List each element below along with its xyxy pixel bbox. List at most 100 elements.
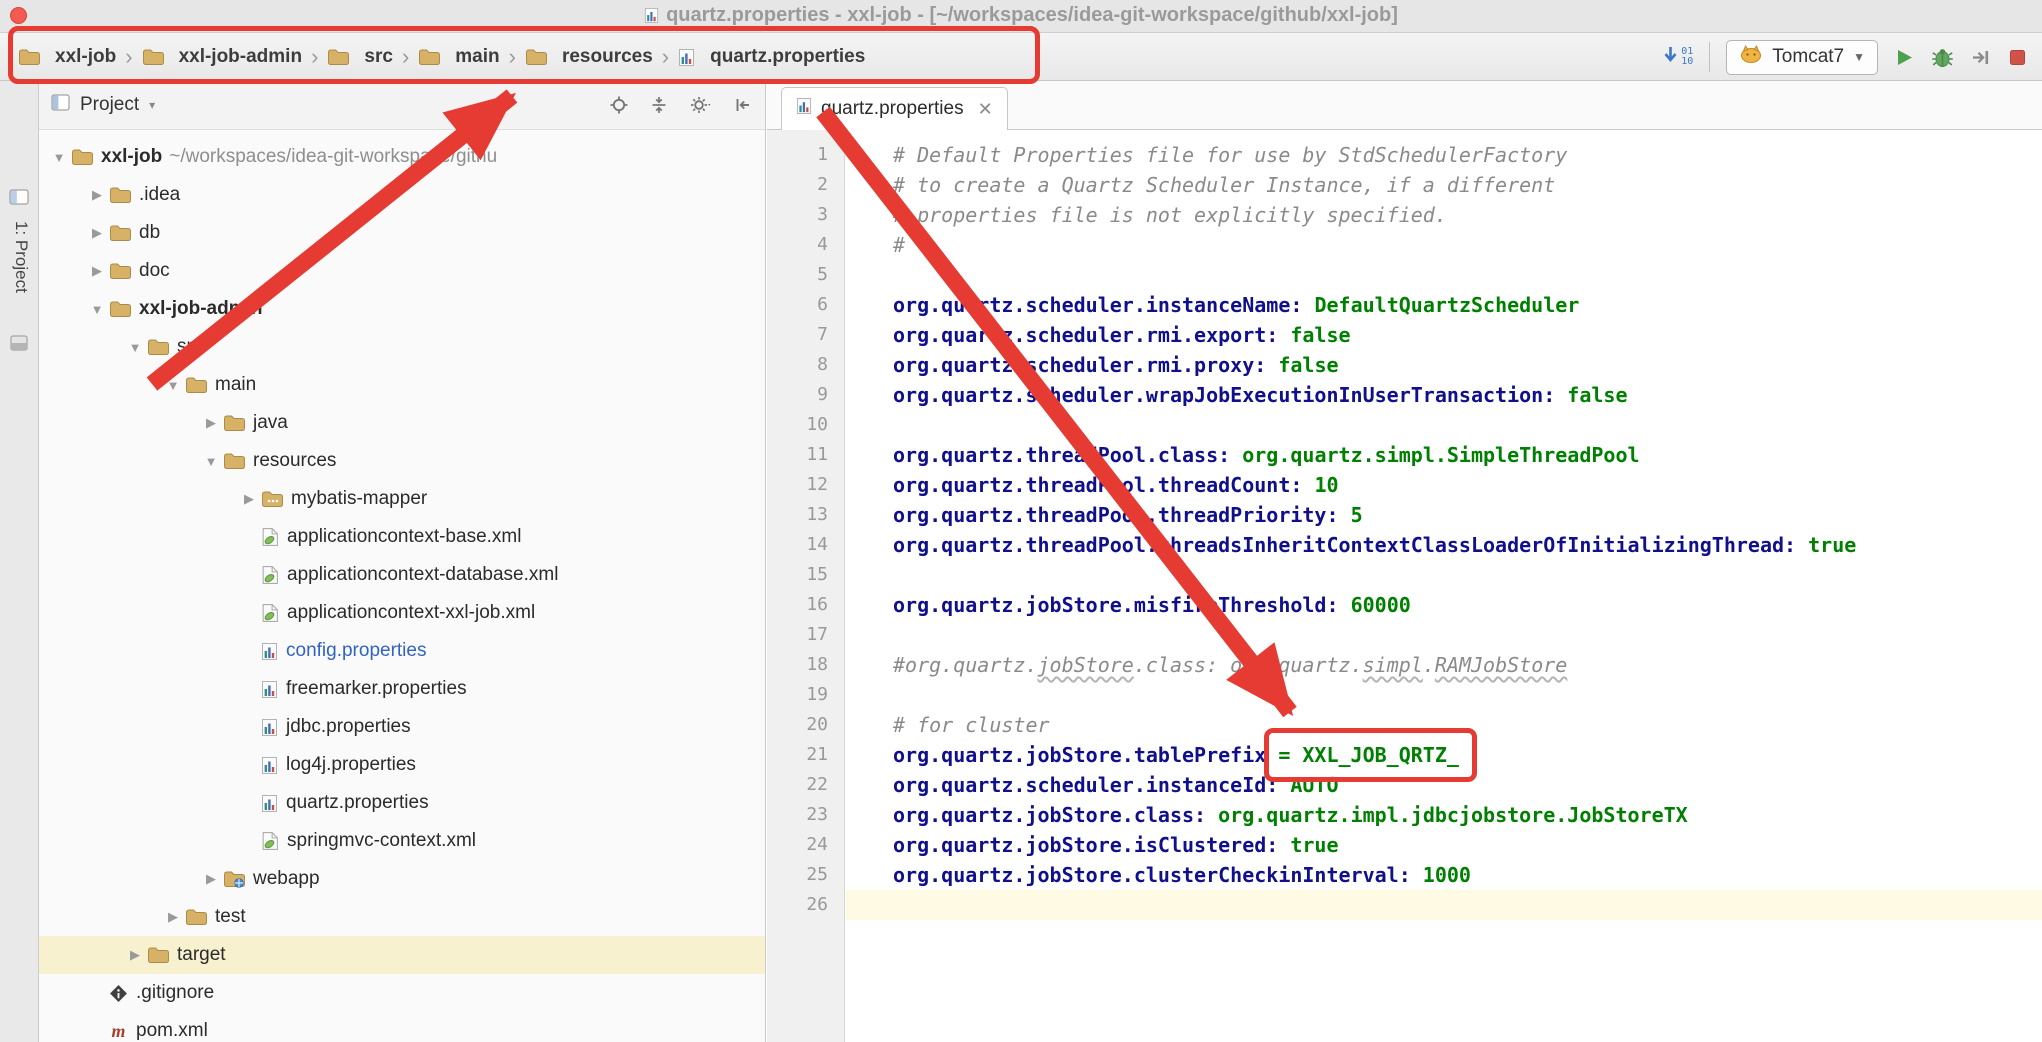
breadcrumb-item-xxl-job[interactable]: xxl-job (18, 46, 116, 68)
code-line-13[interactable]: org.quartz.threadPool.threadPriority: 5 (846, 500, 2042, 530)
breadcrumb-item-main[interactable]: main (418, 46, 499, 68)
tree-item-xxl-job[interactable]: ▼xxl-job ~/workspaces/idea-git-workspace… (39, 138, 765, 176)
breadcrumb-item-quartz.properties[interactable]: quartz.properties (678, 46, 865, 68)
line-number: 25 (767, 860, 844, 890)
breadcrumb-item-xxl-job-admin[interactable]: xxl-job-admin (142, 46, 303, 68)
collapsed-arrow-icon[interactable]: ▶ (237, 491, 261, 507)
locate-file-icon[interactable] (609, 95, 629, 115)
tree-item-applicationcontext-xxl-job.xml[interactable]: applicationcontext-xxl-job.xml (39, 594, 765, 632)
tree-item-java[interactable]: ▶java (39, 404, 765, 442)
code-token: # Default Properties file for use by Std… (893, 143, 1567, 167)
run-button[interactable] (1894, 47, 1915, 68)
breadcrumb-item-resources[interactable]: resources (525, 46, 653, 68)
run-controls: 01 10 Tomcat7 ▼ (1662, 33, 2028, 81)
expanded-arrow-icon[interactable]: ▼ (85, 302, 109, 317)
vcs-update-button[interactable]: 01 10 (1662, 45, 1693, 70)
tree-item-label: applicationcontext-base.xml (287, 526, 521, 548)
code-line-11[interactable]: org.quartz.threadPool.class: org.quartz.… (846, 440, 2042, 470)
collapsed-arrow-icon[interactable]: ▶ (199, 415, 223, 431)
hide-panel-icon[interactable] (733, 95, 753, 115)
code-line-7[interactable]: org.quartz.scheduler.rmi.export: false (846, 320, 2042, 350)
tree-item-label: webapp (253, 868, 320, 890)
expanded-arrow-icon[interactable]: ▼ (47, 150, 71, 165)
tree-item-src[interactable]: ▼src (39, 328, 765, 366)
tree-item-pom.xml[interactable]: mpom.xml (39, 1012, 765, 1042)
tree-item-resources[interactable]: ▼resources (39, 442, 765, 480)
run-with-coverage-button[interactable] (1970, 47, 1991, 68)
code-line-12[interactable]: org.quartz.threadPool.threadCount: 10 (846, 470, 2042, 500)
code-line-17[interactable] (846, 620, 2042, 650)
tree-item-freemarker.properties[interactable]: freemarker.properties (39, 670, 765, 708)
tree-item-config.properties[interactable]: config.properties (39, 632, 765, 670)
tree-item-xxl-job-admin[interactable]: ▼xxl-job-admin (39, 290, 765, 328)
code-token: org.quartz.threadPool.threadCount: (893, 473, 1302, 497)
tree-item-test[interactable]: ▶test (39, 898, 765, 936)
code-line-23[interactable]: org.quartz.jobStore.class: org.quartz.im… (846, 800, 2042, 830)
code-line-4[interactable]: # (846, 230, 2042, 260)
tab-quartz-properties[interactable]: quartz.properties ✕ (781, 87, 1008, 130)
tree-item-springmvc-context.xml[interactable]: springmvc-context.xml (39, 822, 765, 860)
tree-item-db[interactable]: ▶db (39, 214, 765, 252)
breadcrumb-item-src[interactable]: src (327, 46, 393, 68)
tree-item-.gitignore[interactable]: .gitignore (39, 974, 765, 1012)
collapse-all-icon[interactable] (649, 95, 669, 115)
breadcrumb-label: quartz.properties (710, 46, 865, 68)
code-line-1[interactable]: # Default Properties file for use by Std… (846, 140, 2042, 170)
code-line-15[interactable] (846, 560, 2042, 590)
code-line-8[interactable]: org.quartz.scheduler.rmi.proxy: false (846, 350, 2042, 380)
code-line-14[interactable]: org.quartz.threadPool.threadsInheritCont… (846, 530, 2042, 560)
collapsed-arrow-icon[interactable]: ▶ (123, 947, 147, 963)
code-line-26[interactable] (846, 890, 2042, 920)
close-tab-icon[interactable]: ✕ (978, 99, 993, 120)
collapsed-arrow-icon[interactable]: ▶ (85, 263, 109, 279)
collapsed-arrow-icon[interactable]: ▶ (199, 871, 223, 887)
code-line-25[interactable]: org.quartz.jobStore.clusterCheckinInterv… (846, 860, 2042, 890)
code-line-9[interactable]: org.quartz.scheduler.wrapJobExecutionInU… (846, 380, 2042, 410)
tree-item-label: log4j.properties (286, 754, 416, 776)
expanded-arrow-icon[interactable]: ▼ (199, 454, 223, 469)
run-configuration-select[interactable]: Tomcat7 ▼ (1726, 40, 1878, 75)
view-switcher-icon[interactable]: ▾ (149, 98, 155, 112)
gear-icon[interactable] (689, 95, 713, 115)
code-line-19[interactable] (846, 680, 2042, 710)
tree-item-applicationcontext-base.xml[interactable]: applicationcontext-base.xml (39, 518, 765, 556)
tree-item-target[interactable]: ▶target (39, 936, 765, 974)
gitignore-file-icon (109, 984, 128, 1003)
code-line-10[interactable] (846, 410, 2042, 440)
folder-icon (18, 48, 40, 66)
tree-item-applicationcontext-database.xml[interactable]: applicationcontext-database.xml (39, 556, 765, 594)
code-line-3[interactable]: # properties file is not explicitly spec… (846, 200, 2042, 230)
collapsed-arrow-icon[interactable]: ▶ (85, 187, 109, 203)
code-line-2[interactable]: # to create a Quartz Scheduler Instance,… (846, 170, 2042, 200)
tool-window-icon[interactable] (8, 333, 30, 358)
code-line-18[interactable]: #org.quartz.jobStore.class: org.quartz.s… (846, 650, 2042, 680)
project-stripe-button[interactable]: 1: Project (11, 221, 31, 293)
expanded-arrow-icon[interactable]: ▼ (161, 378, 185, 393)
tree-item-webapp[interactable]: ▶ webapp (39, 860, 765, 898)
tree-item-log4j.properties[interactable]: log4j.properties (39, 746, 765, 784)
code-area[interactable]: # Default Properties file for use by Std… (846, 130, 2042, 1042)
code-line-16[interactable]: org.quartz.jobStore.misfireThreshold: 60… (846, 590, 2042, 620)
code-line-5[interactable] (846, 260, 2042, 290)
code-line-21[interactable]: org.quartz.jobStore.tablePrefix = XXL_JO… (846, 740, 2042, 770)
tree-item-main[interactable]: ▼main (39, 366, 765, 404)
tree-item-.idea[interactable]: ▶.idea (39, 176, 765, 214)
line-number: 26 (767, 890, 844, 920)
debug-button[interactable] (1931, 47, 1954, 68)
collapsed-arrow-icon[interactable]: ▶ (161, 909, 185, 925)
collapsed-arrow-icon[interactable]: ▶ (85, 225, 109, 241)
code-line-24[interactable]: org.quartz.jobStore.isClustered: true (846, 830, 2042, 860)
folder-icon (109, 300, 131, 318)
project-tool-window-icon[interactable] (8, 187, 30, 212)
tree-item-label: config.properties (286, 640, 426, 662)
tree-item-doc[interactable]: ▶doc (39, 252, 765, 290)
editor-gutter[interactable]: 1234567891011121314151617181920212223242… (767, 130, 845, 1042)
expanded-arrow-icon[interactable]: ▼ (123, 340, 147, 355)
properties-file-icon (644, 7, 659, 30)
tree-item-quartz.properties[interactable]: quartz.properties (39, 784, 765, 822)
tree-item-jdbc.properties[interactable]: jdbc.properties (39, 708, 765, 746)
code-line-6[interactable]: org.quartz.scheduler.instanceName: Defau… (846, 290, 2042, 320)
spring-xml-file-icon (261, 831, 279, 851)
stop-button[interactable] (2007, 47, 2028, 68)
tree-item-mybatis-mapper[interactable]: ▶mybatis-mapper (39, 480, 765, 518)
